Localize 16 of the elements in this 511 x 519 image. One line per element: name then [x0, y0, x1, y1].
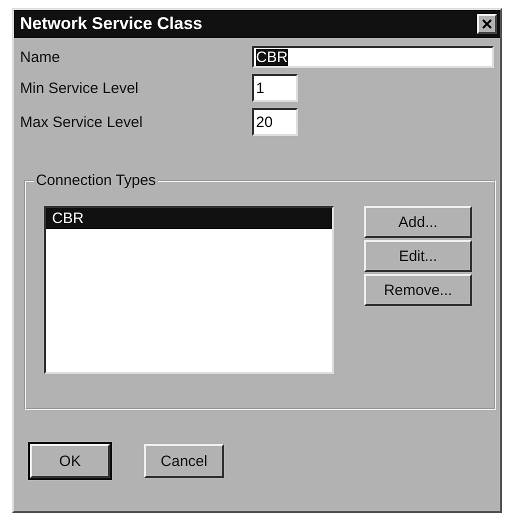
window-title: Network Service Class: [20, 14, 202, 34]
list-action-button[interactable]: Add...: [364, 206, 472, 238]
dialog-button[interactable]: Cancel: [144, 444, 224, 478]
dialog-button[interactable]: OK: [30, 444, 110, 478]
input-field[interactable]: 20: [252, 108, 298, 136]
list-item[interactable]: CBR: [46, 208, 332, 229]
list-action-button[interactable]: Edit...: [364, 240, 472, 272]
group-title: Connection Types: [34, 172, 158, 189]
field-label: Max Service Level: [20, 114, 144, 130]
field-label: Min Service Level: [20, 80, 140, 96]
input-field[interactable]: CBR: [252, 46, 494, 68]
input-field[interactable]: 1: [252, 74, 298, 102]
field-label: Name: [20, 48, 62, 66]
close-icon: [482, 19, 492, 29]
list-action-button[interactable]: Remove...: [364, 274, 472, 306]
close-button[interactable]: [477, 14, 497, 34]
